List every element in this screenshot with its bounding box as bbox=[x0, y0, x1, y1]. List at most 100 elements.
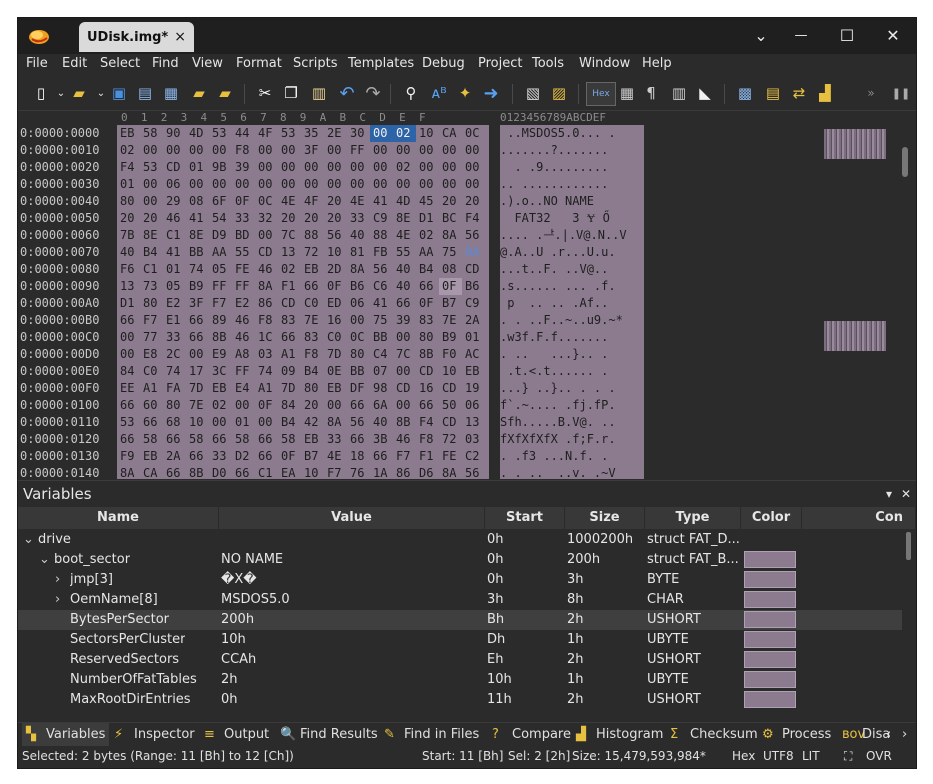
menu-format[interactable]: Format bbox=[236, 56, 282, 71]
hex-byte[interactable]: AA bbox=[416, 244, 439, 261]
hex-byte[interactable]: 74 bbox=[255, 363, 278, 380]
hex-byte[interactable]: 80 bbox=[301, 380, 324, 397]
menu-help[interactable]: Help bbox=[642, 56, 672, 71]
hex-byte[interactable]: F8 bbox=[255, 312, 278, 329]
hex-byte[interactable]: 00 bbox=[439, 159, 462, 176]
hex-byte[interactable]: B7 bbox=[439, 295, 462, 312]
variable-row[interactable]: ⌄ boot_sector NO NAME 0h 200h struct FAT_B... bbox=[18, 550, 902, 570]
text-row[interactable]: .. ............ bbox=[500, 176, 644, 193]
text-row[interactable]: @.A..U .r...U.u. bbox=[500, 244, 644, 261]
hex-byte[interactable]: EB bbox=[209, 380, 232, 397]
hex-byte[interactable]: CA bbox=[439, 125, 462, 142]
hex-byte[interactable]: 02 bbox=[278, 261, 301, 278]
hex-byte[interactable]: 46 bbox=[232, 312, 255, 329]
hex-byte[interactable]: 10 bbox=[439, 363, 462, 380]
hex-byte[interactable]: 66 bbox=[186, 312, 209, 329]
menu-templates[interactable]: Templates bbox=[348, 56, 414, 71]
hex-byte[interactable]: 0F bbox=[324, 278, 347, 295]
hex-byte[interactable]: 66 bbox=[416, 278, 439, 295]
hex-byte[interactable]: 4F bbox=[301, 193, 324, 210]
variable-row[interactable]: › jmp[3] �X� 0h 3h BYTE bbox=[18, 570, 902, 590]
hex-byte[interactable]: E9 bbox=[209, 346, 232, 363]
hex-byte[interactable]: 4E bbox=[347, 193, 370, 210]
menu-window[interactable]: Window bbox=[579, 56, 630, 71]
hex-byte[interactable]: 00 bbox=[117, 329, 140, 346]
panel-menu-icon[interactable]: ▾ bbox=[886, 487, 892, 501]
hex-byte[interactable]: 19 bbox=[462, 380, 485, 397]
hex-byte[interactable]: 8B bbox=[209, 329, 232, 346]
hex-byte[interactable]: C9 bbox=[462, 295, 485, 312]
hex-row[interactable]: 13 73 05 B9 FF FF 8A F1 66 0F B6 C6 40 66 0F B6 bbox=[117, 278, 489, 295]
hex-byte[interactable]: 3F bbox=[301, 142, 324, 159]
hex-byte[interactable]: D0 bbox=[209, 465, 232, 479]
hex-byte[interactable]: 66 bbox=[370, 448, 393, 465]
cut-icon[interactable]: ✂ bbox=[254, 82, 276, 104]
script-icon[interactable]: ▨ bbox=[548, 82, 570, 104]
hex-byte[interactable]: 56 bbox=[324, 227, 347, 244]
hex-byte[interactable]: 00 bbox=[209, 414, 232, 431]
hex-byte[interactable]: 7E bbox=[439, 312, 462, 329]
hex-byte[interactable]: 02 bbox=[393, 159, 416, 176]
hex-byte[interactable]: AA bbox=[209, 244, 232, 261]
hex-byte[interactable]: D6 bbox=[416, 465, 439, 479]
variables-scrollbar-thumb[interactable] bbox=[906, 532, 911, 560]
hex-byte[interactable]: 90 bbox=[163, 125, 186, 142]
replace-icon[interactable]: ᴀᴮ bbox=[428, 82, 450, 104]
hex-byte[interactable]: 88 bbox=[370, 227, 393, 244]
hex-byte[interactable]: A8 bbox=[232, 346, 255, 363]
close-window-button[interactable]: ✕ bbox=[870, 18, 916, 52]
hex-byte[interactable]: 75 bbox=[439, 244, 462, 261]
hex-byte[interactable]: 01 bbox=[186, 159, 209, 176]
hex-byte[interactable]: 06 bbox=[347, 295, 370, 312]
hex-byte[interactable]: 00 bbox=[140, 193, 163, 210]
text-row[interactable]: . .. ...}.. . bbox=[500, 346, 644, 363]
save-as-icon[interactable]: ▤ bbox=[134, 82, 156, 104]
hex-editor[interactable]: 0 1 2 3 4 5 6 7 8 9 A B C D E F 01234567… bbox=[18, 111, 916, 479]
hex-byte[interactable]: 80 bbox=[163, 397, 186, 414]
hex-byte[interactable]: 56 bbox=[347, 414, 370, 431]
hex-byte[interactable]: 20 bbox=[140, 210, 163, 227]
menu-scripts[interactable]: Scripts bbox=[293, 56, 337, 71]
hex-byte[interactable]: 16 bbox=[324, 312, 347, 329]
tab-histogram[interactable]: ▟ Histogram bbox=[572, 723, 667, 747]
text-row[interactable]: p .. .. .Af.. bbox=[500, 295, 644, 312]
hex-byte[interactable]: FA bbox=[163, 380, 186, 397]
hex-byte[interactable]: A1 bbox=[255, 380, 278, 397]
status-lock-icon[interactable]: ⛶ bbox=[844, 749, 852, 764]
hex-byte[interactable]: 74 bbox=[186, 261, 209, 278]
status-overwrite[interactable]: OVR bbox=[866, 749, 892, 763]
hex-byte[interactable]: 0F bbox=[278, 448, 301, 465]
hex-byte[interactable]: 01 bbox=[117, 176, 140, 193]
hex-byte[interactable]: 00 bbox=[163, 142, 186, 159]
hex-row[interactable]: 40 B4 41 BB AA 55 CD 13 72 10 81 FB 55 AA 75 0A bbox=[117, 244, 489, 261]
hex-byte[interactable]: C0 bbox=[324, 329, 347, 346]
text-row[interactable]: . .f3 ...N.f. . bbox=[500, 448, 644, 465]
hex-byte[interactable]: D2 bbox=[232, 448, 255, 465]
hex-byte[interactable]: B4 bbox=[278, 414, 301, 431]
hex-byte[interactable]: 40 bbox=[393, 261, 416, 278]
hex-byte[interactable]: 00 bbox=[347, 159, 370, 176]
color-swatch[interactable] bbox=[744, 591, 796, 608]
color-swatch[interactable] bbox=[744, 671, 796, 688]
hex-byte[interactable]: DF bbox=[347, 380, 370, 397]
hex-byte[interactable]: 1A bbox=[370, 465, 393, 479]
tab-disa[interactable]: ʙᴏᴠDisa bbox=[838, 723, 890, 747]
hex-byte[interactable]: C1 bbox=[163, 227, 186, 244]
hex-byte[interactable]: 09 bbox=[278, 363, 301, 380]
text-row[interactable]: .......?....... bbox=[500, 142, 644, 159]
open-workspace-icon[interactable]: ▰ bbox=[214, 82, 236, 104]
menu-view[interactable]: View bbox=[192, 56, 223, 71]
text-grid[interactable]: ..MSDOS5.0... ........?....... . .9.....… bbox=[500, 125, 644, 479]
hex-byte[interactable]: 66 bbox=[416, 397, 439, 414]
template-icon[interactable]: ▧ bbox=[522, 82, 544, 104]
hex-byte[interactable]: C6 bbox=[370, 278, 393, 295]
column-header-name[interactable]: Name bbox=[18, 507, 219, 529]
hex-byte[interactable]: 41 bbox=[370, 295, 393, 312]
hex-byte[interactable]: 81 bbox=[347, 244, 370, 261]
column-header-value[interactable]: Value bbox=[219, 507, 485, 529]
hex-byte[interactable]: 56 bbox=[462, 465, 485, 479]
hex-byte[interactable]: B4 bbox=[301, 363, 324, 380]
menu-edit[interactable]: Edit bbox=[62, 56, 87, 71]
hex-row[interactable]: 84 C0 74 17 3C FF 74 09 B4 0E BB 07 00 CD 10 EB bbox=[117, 363, 489, 380]
hex-byte[interactable]: 20 bbox=[462, 193, 485, 210]
